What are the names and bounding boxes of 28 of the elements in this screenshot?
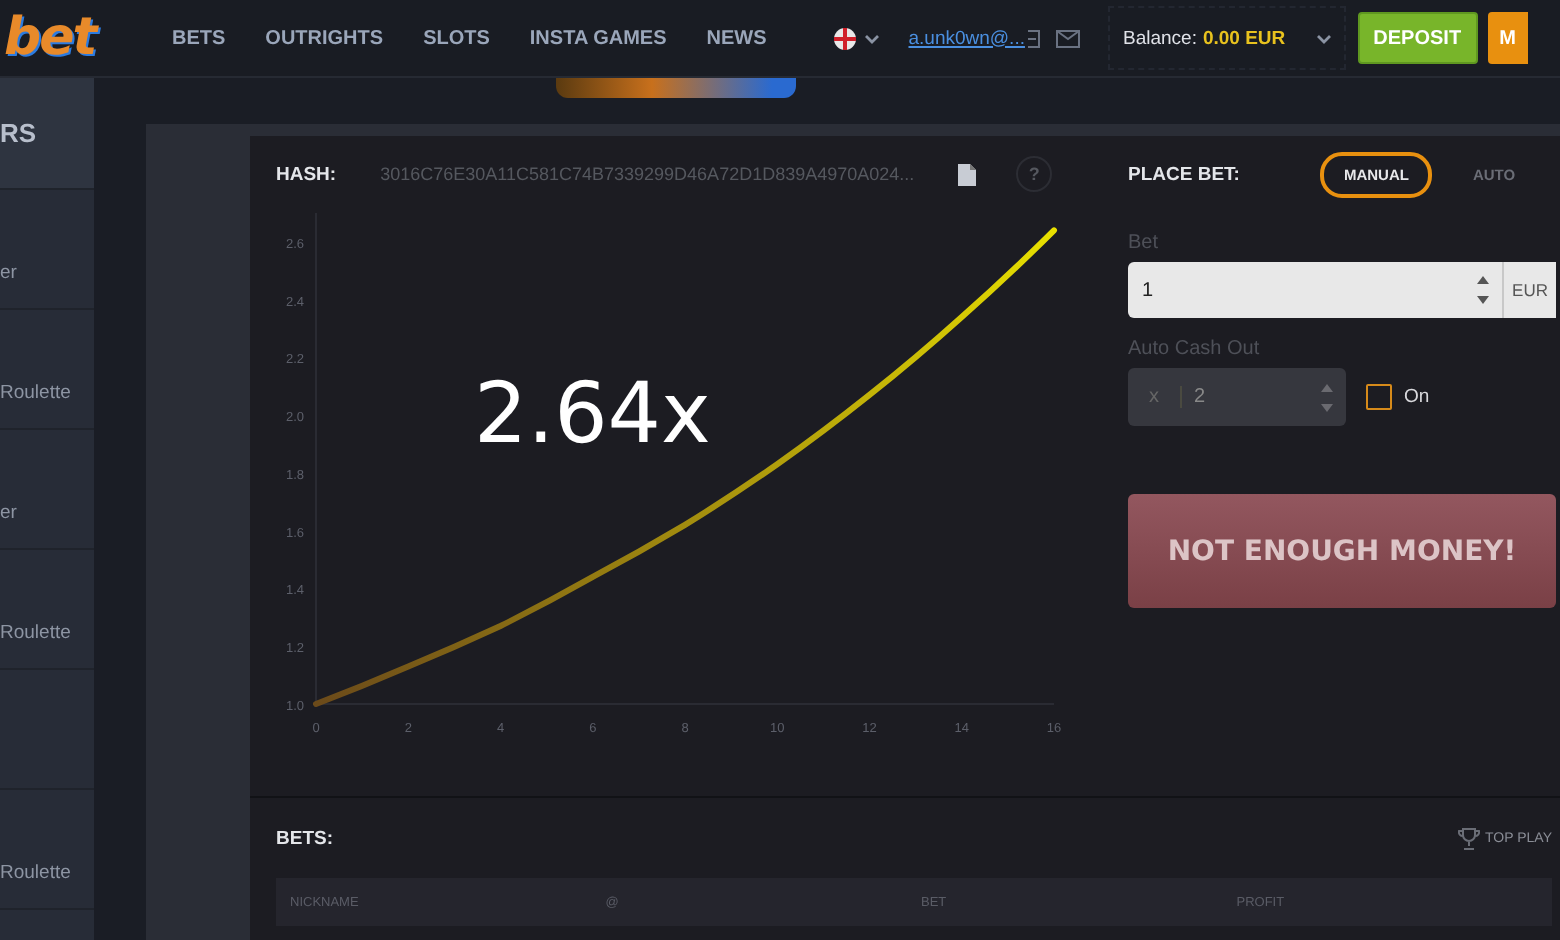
mail-icon[interactable] — [1056, 29, 1081, 47]
spinner-icon[interactable] — [1476, 274, 1491, 306]
multiplier-value: 2.64x — [474, 364, 711, 462]
bet-input-field[interactable]: 1 — [1128, 262, 1505, 318]
user-link[interactable]: a.unk0wn@... — [908, 27, 1025, 49]
nav-link[interactable]: SLOTS — [423, 27, 490, 49]
nav-link[interactable]: OUTRIGHTS — [265, 27, 384, 49]
balance-label: Balance: — [1122, 27, 1197, 49]
balance-value: 0.00 EUR — [1202, 27, 1286, 49]
copy-icon[interactable] — [958, 163, 977, 185]
caret-icon[interactable] — [864, 33, 881, 43]
logo[interactable]: bet — [4, 8, 100, 68]
logout-icon[interactable] — [1028, 29, 1041, 47]
nav-link[interactable]: NEWS — [706, 27, 767, 49]
bets-title: BETS: — [276, 827, 333, 849]
flag-icon[interactable] — [834, 27, 857, 49]
currency-selector[interactable]: EUR — [1504, 262, 1556, 318]
place-bet-label: PLACE BET: — [1128, 163, 1240, 185]
checkbox-label: On — [1404, 386, 1430, 408]
auto-checkbox[interactable] — [1366, 384, 1392, 410]
sidebar-heading: RS — [0, 78, 94, 190]
hash-label: HASH: — [276, 163, 337, 185]
caret-icon[interactable] — [1315, 33, 1332, 43]
balance-dropdown[interactable]: Balance: 0.00 EUR — [1108, 6, 1346, 70]
hash-value: 3016C76E30A11C581C74B7339299D46A72D1D839A4970A024... — [380, 164, 915, 184]
nav-link[interactable]: INSTA GAMES — [529, 27, 667, 49]
nav-link[interactable]: BETS — [172, 27, 226, 49]
trophy-icon[interactable] — [1457, 827, 1480, 849]
